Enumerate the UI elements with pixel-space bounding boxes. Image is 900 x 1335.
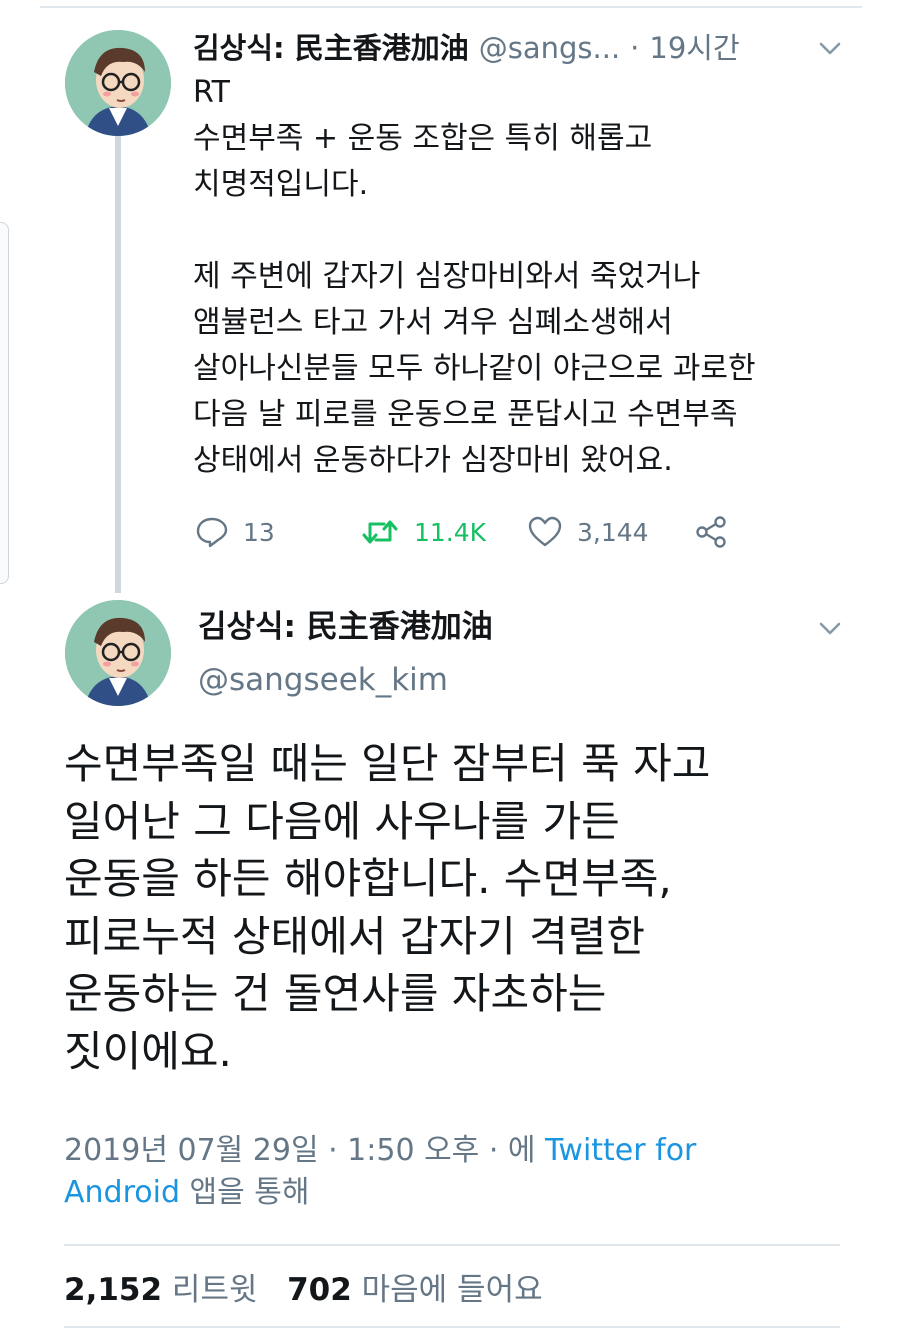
- tweet-text: 수면부족 + 운동 조합은 특히 해롭고 치명적입니다. 제 주변에 갑자기 심…: [193, 116, 853, 484]
- tweet-text-line: 짓이에요.: [64, 1026, 232, 1076]
- tweet-text-line: 제 주변에 갑자기 심장마비와서 죽었거나: [193, 259, 701, 294]
- tweet-text-line: 치명적입니다.: [193, 167, 369, 202]
- like-label: 마음에 들어요: [361, 1272, 543, 1308]
- tweet-text-line: 살아나신분들 모두 하나같이 야근으로 과로한: [193, 351, 756, 386]
- avatar[interactable]: [65, 30, 171, 136]
- chevron-down-icon[interactable]: [817, 40, 843, 58]
- avatar[interactable]: [65, 600, 171, 706]
- reply-count: 13: [243, 517, 275, 547]
- like-count: 702: [287, 1272, 352, 1308]
- share-button[interactable]: [694, 515, 728, 549]
- rt-label: RT: [193, 75, 230, 110]
- retweets-stat[interactable]: 2,152 리트윗: [64, 1272, 267, 1308]
- tweet-text-line: 앰뷸런스 타고 가서 겨우 심폐소생해서: [193, 305, 673, 340]
- avatar-illustration: [65, 600, 171, 706]
- tweet-text-line: 다음 날 피로를 운동으로 푼답시고 수면부족: [193, 397, 738, 432]
- display-name[interactable]: 김상식: 民主香港加油: [198, 606, 493, 648]
- retweet-label: 리트윗: [171, 1272, 258, 1308]
- thread-connector-line: [115, 133, 121, 593]
- tweet-meta: 2019년 07월 29일 · 1:50 오후 · 에 Twitter for …: [64, 1130, 696, 1214]
- source-link[interactable]: Twitter for: [545, 1133, 696, 1168]
- reply-icon: [196, 517, 228, 548]
- tweet-text-line: 수면부족 + 운동 조합은 특히 해롭고: [193, 121, 653, 156]
- tweet-text-line: 일어난 그 다음에 사우나를 가든: [64, 796, 620, 846]
- display-name[interactable]: 김상식: 民主香港加油: [193, 28, 469, 68]
- retweet-count: 2,152: [64, 1272, 163, 1308]
- source-suffix: 앱을 통해: [189, 1175, 310, 1210]
- timestamp[interactable]: 19시간: [649, 28, 739, 68]
- like-button[interactable]: 3,144: [527, 515, 649, 549]
- timestamp: 2019년 07월 29일 · 1:50 오후 · 에: [64, 1133, 536, 1168]
- tweet-text-line: 운동을 하든 해야합니다. 수면부족,: [64, 854, 672, 903]
- tweet-text: 수면부족일 때는 일단 잠부터 푹 자고 일어난 그 다음에 사우나를 가든 운…: [64, 735, 864, 1080]
- edge-panel-handle[interactable]: [0, 222, 9, 584]
- source-link[interactable]: Android: [64, 1175, 180, 1210]
- retweet-count: 11.4K: [414, 517, 487, 547]
- handle[interactable]: @sangs...: [479, 28, 620, 68]
- handle[interactable]: @sangseek_kim: [198, 659, 448, 701]
- engagement-stats: 2,152 리트윗 702 마음에 들어요: [64, 1270, 543, 1310]
- separator: ·: [630, 31, 640, 65]
- tweet-text-line: 피로누적 상태에서 갑자기 격렬한: [64, 911, 646, 961]
- tweet-text-line: 수면부족일 때는 일단 잠부터 푹 자고: [64, 739, 711, 788]
- likes-stat[interactable]: 702 마음에 들어요: [287, 1272, 543, 1308]
- tweet-text-line: 상태에서 운동하다가 심장마비 왔어요.: [193, 443, 673, 478]
- like-count: 3,144: [577, 517, 649, 547]
- chevron-down-icon[interactable]: [817, 620, 843, 638]
- avatar-illustration: [65, 30, 171, 136]
- divider: [64, 1244, 840, 1246]
- tweet-text-line: 운동하는 건 돌연사를 자초하는: [64, 969, 607, 1018]
- divider: [64, 1326, 840, 1328]
- top-divider: [40, 6, 862, 8]
- share-icon: [696, 516, 726, 548]
- reply-button[interactable]: 13: [195, 515, 275, 549]
- rt-header: 김상식: 民主香港加油 @sangs... · 19시간: [193, 28, 740, 68]
- like-icon: [528, 516, 562, 547]
- retweet-icon: [362, 520, 398, 544]
- retweet-button[interactable]: 11.4K: [360, 515, 486, 549]
